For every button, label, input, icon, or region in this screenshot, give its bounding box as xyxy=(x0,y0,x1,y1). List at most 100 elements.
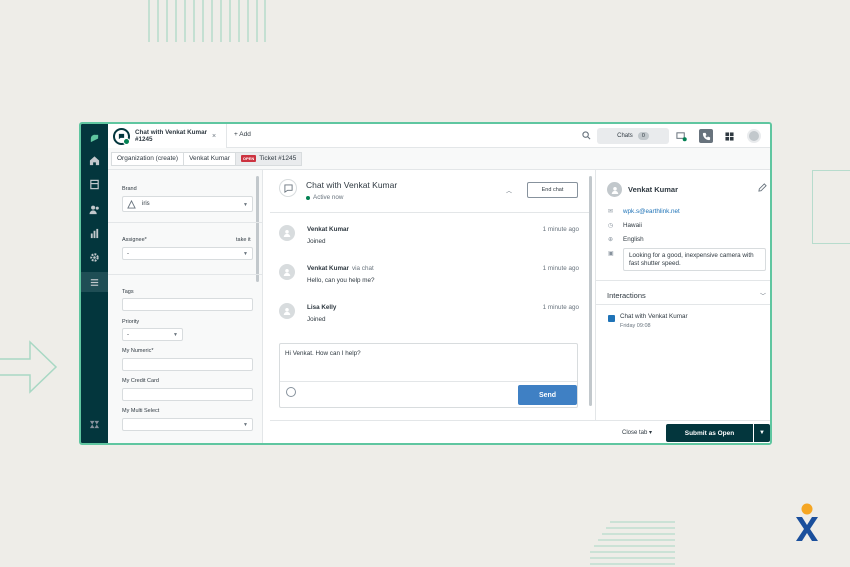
breadcrumb-ticket[interactable]: OPEN Ticket #1245 xyxy=(234,151,303,166)
breadcrumb-ticket-label: Ticket #1245 xyxy=(259,155,297,162)
credit-card-input[interactable] xyxy=(122,388,253,401)
customer-email[interactable]: wpk.s@earthlink.net xyxy=(623,208,680,215)
message-author: Venkat Kumar xyxy=(307,226,349,233)
customer-language: English xyxy=(623,236,644,243)
tags-input[interactable] xyxy=(122,298,253,311)
interaction-time: Friday 09:08 xyxy=(620,323,651,329)
top-bar: Chat with Venkat Kumar #1245 × + Add Cha… xyxy=(108,124,770,148)
email-icon: ✉ xyxy=(608,209,614,215)
chat-message: Lisa Kelly 1 minute ago Joined xyxy=(279,302,579,332)
divider xyxy=(280,381,577,382)
add-tab-button[interactable]: + Add xyxy=(234,131,251,138)
chat-composer[interactable]: Hi Venkat. How can I help? Send xyxy=(279,343,578,408)
tab-chat-venkat[interactable]: Chat with Venkat Kumar #1245 × xyxy=(108,124,227,148)
divider xyxy=(108,222,262,223)
message-channel: via chat xyxy=(352,265,374,272)
submit-options-chevron-icon[interactable]: ▼ xyxy=(754,424,770,442)
zendesk-z-icon[interactable] xyxy=(81,414,108,434)
divider xyxy=(108,274,262,275)
breadcrumb: Organization (create) Venkat Kumar OPEN … xyxy=(108,148,770,170)
message-time: 1 minute ago xyxy=(542,304,579,311)
chat-message: Venkat Kumar 1 minute ago Joined xyxy=(279,224,579,254)
decorative-lines-top xyxy=(148,0,266,42)
search-icon[interactable] xyxy=(582,131,591,140)
edit-icon[interactable] xyxy=(758,183,767,192)
customer-language-row: ⊕ English xyxy=(608,236,644,243)
list-icon[interactable] xyxy=(81,272,108,292)
emoji-icon[interactable] xyxy=(286,387,296,397)
tab-close-button[interactable]: × xyxy=(212,133,216,140)
customer-location: Hawaii xyxy=(623,222,642,229)
priority-label: Priority xyxy=(122,319,140,325)
priority-select[interactable]: - ▼ xyxy=(122,328,183,341)
take-it-link[interactable]: take it xyxy=(236,237,251,243)
tab-title: Chat with Venkat Kumar #1245 xyxy=(135,129,208,143)
phone-icon[interactable] xyxy=(699,129,713,143)
interaction-title[interactable]: Chat with Venkat Kumar xyxy=(620,313,688,320)
customer-notes-field[interactable]: Looking for a good, inexpensive camera w… xyxy=(623,248,766,271)
user-avatar[interactable] xyxy=(747,129,761,143)
chat-status: Active now xyxy=(306,194,343,201)
chat-conversation: Chat with Venkat Kumar Active now ︿ End … xyxy=(270,170,592,443)
chats-label: Chats xyxy=(617,133,633,139)
numeric-label: My Numeric* xyxy=(122,348,154,354)
globe-icon: ⊕ xyxy=(608,237,614,243)
chat-add-icon[interactable] xyxy=(674,129,688,143)
breadcrumb-organization[interactable]: Organization (create) xyxy=(111,151,185,166)
brand-label: Brand xyxy=(122,186,137,192)
reports-icon[interactable] xyxy=(81,223,108,243)
brand-value: iris xyxy=(142,201,150,207)
divider xyxy=(596,304,770,305)
chevron-up-icon[interactable]: ︿ xyxy=(506,186,512,195)
assignee-select[interactable]: - ▼ xyxy=(122,247,253,260)
views-icon[interactable] xyxy=(81,174,108,194)
chat-channel-icon xyxy=(113,127,130,145)
message-author: Venkat Kumar via chat xyxy=(307,265,374,272)
chat-title: Chat with Venkat Kumar xyxy=(306,180,398,190)
customers-icon[interactable] xyxy=(81,199,108,219)
decorative-lines-bottom xyxy=(590,521,675,565)
assignee-label: Assignee* xyxy=(122,237,147,243)
decorative-arrow xyxy=(0,340,58,394)
avatar xyxy=(279,264,295,280)
ticket-properties-panel: Brand iris ▼ Assignee* take it - ▼ Tags … xyxy=(108,170,263,443)
customer-location-row: ◷ Hawaii xyxy=(608,222,642,229)
message-author: Lisa Kelly xyxy=(307,304,337,311)
customer-name: Venkat Kumar xyxy=(628,185,679,194)
divider xyxy=(270,212,592,213)
chats-count-badge: 0 xyxy=(637,132,649,140)
composer-input[interactable]: Hi Venkat. How can I help? xyxy=(285,350,361,357)
message-time: 1 minute ago xyxy=(542,265,579,272)
avatar xyxy=(279,225,295,241)
close-tab-button[interactable]: Close tab ▾ xyxy=(622,429,652,436)
submit-button[interactable]: Submit as Open xyxy=(666,424,753,442)
breadcrumb-requester[interactable]: Venkat Kumar xyxy=(183,151,236,166)
ticket-footer: Close tab ▾ Submit as Open ▼ xyxy=(270,420,770,443)
apps-grid-icon[interactable] xyxy=(722,129,736,143)
status-badge: OPEN xyxy=(240,155,257,162)
brand-logo-icon xyxy=(796,503,818,541)
message-body: Joined xyxy=(307,238,326,245)
chats-status-button[interactable]: Chats 0 xyxy=(597,128,669,144)
home-icon[interactable] xyxy=(81,150,108,170)
message-body: Joined xyxy=(307,316,326,323)
admin-gear-icon[interactable] xyxy=(81,247,108,267)
interactions-heading: Interactions xyxy=(607,291,646,300)
send-button[interactable]: Send xyxy=(518,385,577,405)
chevron-down-icon: ▼ xyxy=(243,202,248,208)
credit-card-label: My Credit Card xyxy=(122,378,159,384)
chat-scrollbar[interactable] xyxy=(589,176,592,406)
end-chat-button[interactable]: End chat xyxy=(527,182,578,198)
chevron-down-icon: ▼ xyxy=(173,332,178,338)
properties-scrollbar[interactable] xyxy=(256,176,259,282)
zendesk-logo-icon[interactable] xyxy=(81,128,108,148)
customer-email-row[interactable]: ✉ wpk.s@earthlink.net xyxy=(608,208,680,215)
chevron-down-icon[interactable]: ﹀ xyxy=(760,291,766,300)
multi-select-field[interactable]: ▼ xyxy=(122,418,253,431)
online-indicator-icon xyxy=(306,195,310,200)
avatar xyxy=(279,303,295,319)
message-time: 1 minute ago xyxy=(542,226,579,233)
brand-select[interactable]: iris ▼ xyxy=(122,196,253,212)
numeric-input[interactable] xyxy=(122,358,253,371)
multi-select-label: My Multi Select xyxy=(122,408,160,414)
